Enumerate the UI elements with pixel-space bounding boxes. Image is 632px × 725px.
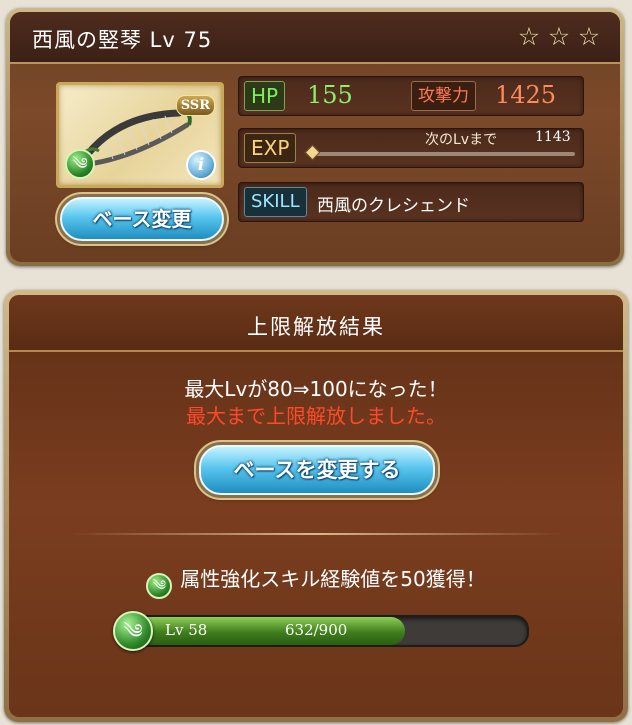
skill-exp-gain: ༄ 属性強化スキル経験値を50獲得！ (9, 563, 623, 599)
skill-exp-gain-text: 属性強化スキル経験値を50獲得！ (180, 567, 486, 591)
exp-marker-icon (304, 144, 321, 161)
star-icon: ☆ (577, 22, 601, 51)
uncap-result-panel: 上限解放結果 最大Lvが80⇒100になった！ 最大まで上限解放しました。 ベー… (4, 290, 628, 722)
weapon-card-body: 西風の竪琴 Lv 75 ☆ ☆ ☆ SSR ༄ i ベース変更 HP 155 攻… (10, 12, 620, 262)
max-level-message: 最大Lvが80⇒100になった！ (184, 377, 448, 401)
skill-label: SKILL (244, 187, 307, 217)
info-icon[interactable]: i (186, 150, 216, 180)
next-level-value: 1143 (535, 129, 571, 145)
weapon-image[interactable]: SSR ༄ i (56, 82, 224, 188)
weapon-card: 西風の竪琴 Lv 75 ☆ ☆ ☆ SSR ༄ i ベース変更 HP 155 攻… (6, 8, 624, 266)
attack-label: 攻撃力 (411, 81, 476, 111)
hp-attack-row: HP 155 攻撃力 1425 (238, 76, 584, 116)
result-panel-body: 上限解放結果 最大Lvが80⇒100になった！ 最大まで上限解放しました。 ベー… (9, 295, 623, 717)
skill-level-fill (119, 617, 406, 645)
ssr-badge: SSR (175, 95, 215, 116)
wind-element-icon: ༄ (146, 573, 173, 599)
change-base-button[interactable]: ベースを変更する (199, 445, 435, 495)
skill-progress: 632/900 (285, 621, 348, 639)
next-level-label: 次のLvまで (425, 132, 498, 148)
hp-label: HP (244, 81, 286, 111)
star-icon: ☆ (547, 22, 571, 51)
skill-name[interactable]: 西風のクレシェンド (317, 191, 470, 216)
uncap-stars: ☆ ☆ ☆ (516, 24, 602, 50)
limit-reached-message: 最大まで上限解放しました。 (186, 404, 446, 428)
attack-value: 1425 (495, 81, 557, 109)
result-header: 上限解放結果 (9, 295, 623, 352)
exp-row: EXP 次のLvまで 1143 (238, 128, 584, 168)
weapon-title-bar: 西風の竪琴 Lv 75 ☆ ☆ ☆ (10, 12, 620, 64)
skill-level: Lv 58 (165, 621, 208, 639)
divider (69, 533, 563, 535)
wind-element-icon: ༄ (113, 611, 153, 651)
result-title: 上限解放結果 (247, 315, 385, 339)
base-change-button[interactable]: ベース変更 (60, 197, 224, 241)
hp-value: 155 (307, 81, 353, 109)
exp-bar (313, 152, 575, 156)
star-icon: ☆ (517, 22, 541, 51)
weapon-title: 西風の竪琴 Lv 75 (32, 28, 213, 52)
exp-label: EXP (244, 133, 297, 163)
skill-level-bar: ༄ Lv 58 632/900 (113, 611, 529, 651)
wind-element-icon: ༄ (65, 149, 95, 179)
skill-row: SKILL 西風のクレシェンド (238, 182, 584, 222)
